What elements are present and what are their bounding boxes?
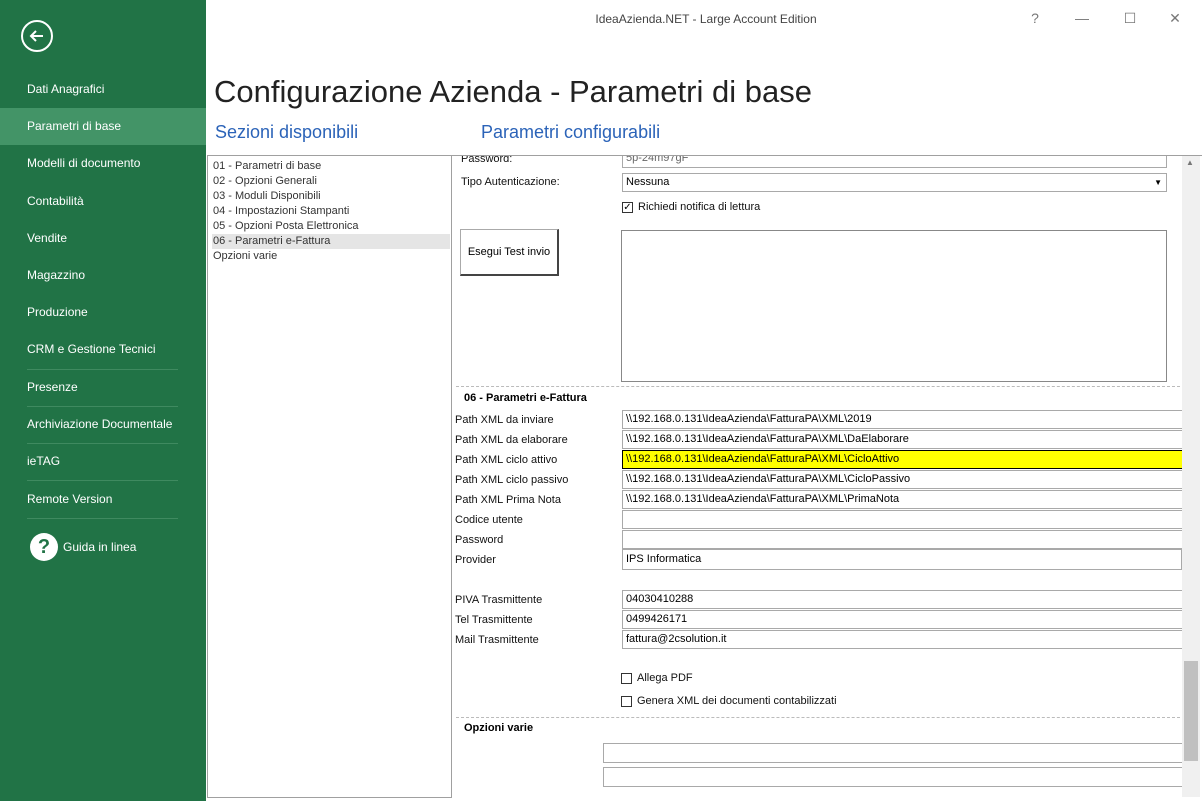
path-inviare-field[interactable]: \\192.168.0.131\IdeaAzienda\FatturaPA\XM… [622, 410, 1184, 429]
params-heading: Parametri configurabili [481, 122, 661, 142]
opzioni-varie-title: Opzioni varie [464, 722, 534, 734]
sidebar: Dati Anagrafici Parametri di base Modell… [0, 0, 206, 801]
auth-type-label: Tipo Autenticazione: [461, 176, 560, 188]
path-prima-nota-field[interactable]: \\192.168.0.131\IdeaAzienda\FatturaPA\XM… [622, 490, 1184, 509]
section-divider [456, 386, 1180, 387]
sidebar-item-vendite[interactable]: Vendite [0, 220, 206, 257]
read-receipt-label: Richiedi notifica di lettura [638, 201, 761, 213]
path-ciclo-attivo-field[interactable]: \\192.168.0.131\IdeaAzienda\FatturaPA\XM… [622, 450, 1184, 469]
auth-type-select[interactable]: Nessuna ▼ [622, 173, 1167, 192]
path-ciclo-passivo-field[interactable]: \\192.168.0.131\IdeaAzienda\FatturaPA\XM… [622, 470, 1184, 489]
path-elaborare-label: Path XML da elaborare [455, 434, 568, 446]
genera-xml-label: Genera XML dei documenti contabilizzati [637, 695, 837, 707]
close-button[interactable]: ✕ [1160, 8, 1190, 28]
dropdown-arrow-icon: ▼ [1154, 178, 1162, 187]
sidebar-item-ietag[interactable]: ieTAG [0, 443, 206, 480]
auth-type-value: Nessuna [626, 176, 670, 188]
sidebar-item-modelli-documento[interactable]: Modelli di documento [0, 145, 206, 182]
codice-utente-field[interactable] [622, 510, 1184, 529]
password-label: Password: [461, 155, 513, 165]
efattura-title: 06 - Parametri e-Fattura [464, 392, 587, 404]
genera-xml-checkbox[interactable] [621, 696, 632, 707]
sidebar-divider [27, 518, 178, 519]
path-ciclo-passivo-label: Path XML ciclo passivo [455, 474, 569, 486]
mail-field[interactable]: fattura@2csolution.it [622, 630, 1184, 649]
opzioni-field-1[interactable] [603, 743, 1183, 763]
test-log-textarea[interactable] [621, 230, 1167, 382]
params-pane: Password: 5p-24m97gF Tipo Autenticazione… [452, 155, 1202, 797]
provider-label: Provider [455, 554, 496, 566]
scroll-up-icon[interactable]: ▲ [1186, 158, 1194, 167]
sidebar-item-crm[interactable]: CRM e Gestione Tecnici [0, 331, 206, 368]
codice-utente-label: Codice utente [455, 514, 523, 526]
tel-field[interactable]: 0499426171 [622, 610, 1184, 629]
section-item-04[interactable]: 04 - Impostazioni Stampanti [212, 204, 450, 219]
sections-heading: Sezioni disponibili [215, 122, 359, 142]
efattura-password-label: Password [455, 534, 504, 546]
test-send-button[interactable]: Esegui Test invio [460, 229, 559, 276]
back-arrow-icon[interactable] [21, 20, 53, 52]
sidebar-item-presenze[interactable]: Presenze [0, 369, 206, 406]
sidebar-item-contabilita[interactable]: Contabilità [0, 183, 206, 220]
sidebar-item-remote-version[interactable]: Remote Version [0, 481, 206, 518]
password-field[interactable]: 5p-24m97gF [622, 156, 1167, 168]
help-link[interactable]: Guida in linea [63, 540, 136, 554]
read-receipt-checkbox[interactable]: ✓ [622, 202, 633, 213]
section-item-05[interactable]: 05 - Opzioni Posta Elettronica [212, 219, 450, 234]
path-prima-nota-label: Path XML Prima Nota [455, 494, 561, 506]
sidebar-item-dati-anagrafici[interactable]: Dati Anagrafici [0, 71, 206, 108]
scrollbar-thumb[interactable] [1184, 661, 1198, 761]
efattura-password-field[interactable] [622, 530, 1184, 549]
maximize-button[interactable]: ☐ [1115, 8, 1145, 28]
sidebar-item-produzione[interactable]: Produzione [0, 294, 206, 331]
allega-pdf-checkbox[interactable] [621, 673, 632, 684]
section-item-02[interactable]: 02 - Opzioni Generali [212, 174, 450, 189]
sections-list: 01 - Parametri di base 02 - Opzioni Gene… [207, 155, 452, 798]
path-inviare-label: Path XML da inviare [455, 414, 554, 426]
help-window-button[interactable]: ? [1020, 8, 1050, 28]
opzioni-field-2[interactable] [603, 767, 1183, 787]
sidebar-item-archiviazione[interactable]: Archiviazione Documentale [0, 406, 206, 443]
section-item-opzioni-varie[interactable]: Opzioni varie [212, 249, 450, 264]
section-item-01[interactable]: 01 - Parametri di base [212, 159, 450, 174]
sidebar-item-parametri-di-base[interactable]: Parametri di base [0, 108, 206, 145]
mail-label: Mail Trasmittente [455, 634, 539, 646]
tel-label: Tel Trasmittente [455, 614, 533, 626]
minimize-button[interactable]: — [1067, 8, 1097, 28]
piva-label: PIVA Trasmittente [455, 594, 543, 606]
page-title: Configurazione Azienda - Parametri di ba… [214, 74, 812, 109]
path-elaborare-field[interactable]: \\192.168.0.131\IdeaAzienda\FatturaPA\XM… [622, 430, 1184, 449]
section-item-06[interactable]: 06 - Parametri e-Fattura [212, 234, 450, 249]
provider-field[interactable]: IPS Informatica [622, 549, 1182, 570]
section-divider [456, 717, 1180, 718]
help-icon[interactable]: ? [30, 533, 58, 561]
sidebar-item-magazzino[interactable]: Magazzino [0, 257, 206, 294]
piva-field[interactable]: 04030410288 [622, 590, 1184, 609]
path-ciclo-attivo-label: Path XML ciclo attivo [455, 454, 558, 466]
window-title: IdeaAzienda.NET - Large Account Edition [595, 12, 817, 26]
allega-pdf-label: Allega PDF [637, 672, 693, 684]
section-item-03[interactable]: 03 - Moduli Disponibili [212, 189, 450, 204]
